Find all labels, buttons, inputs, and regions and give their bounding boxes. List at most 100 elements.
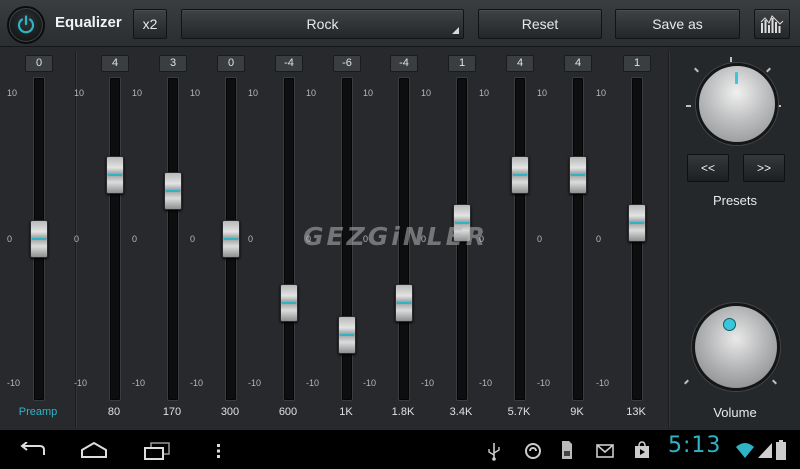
scale-mid-label: 0	[596, 234, 602, 244]
band-slider-thumb[interactable]	[569, 156, 587, 194]
home-icon[interactable]	[79, 441, 109, 459]
preamp-label: Preamp	[18, 406, 58, 418]
preset-dial[interactable]	[696, 63, 778, 145]
slider-track[interactable]	[284, 78, 294, 400]
band-frequency-label: 1K	[339, 406, 353, 418]
presets-label: Presets	[712, 193, 758, 208]
usb-icon	[488, 443, 500, 461]
scale-max-label: 10	[190, 88, 201, 98]
gain-badge: 4	[564, 55, 592, 72]
band-frequency-label: 600	[278, 406, 298, 418]
scale-max-label: 10	[248, 88, 259, 98]
preset-select[interactable]: Rock	[181, 9, 464, 39]
scale-max-label: 10	[596, 88, 607, 98]
play-store-icon	[635, 441, 649, 458]
scale-min-label: -10	[596, 378, 610, 388]
power-icon	[17, 15, 35, 34]
gain-badge: 1	[623, 55, 651, 72]
sync-icon	[525, 443, 541, 459]
preamp-slider-thumb[interactable]	[30, 220, 48, 258]
band-frequency-label: 80	[107, 406, 121, 418]
scale-mid-label: 0	[248, 234, 254, 244]
dial-tick	[686, 105, 691, 107]
spectrum-button[interactable]	[754, 9, 790, 39]
slider-track[interactable]	[573, 78, 583, 400]
band-slider-thumb[interactable]	[280, 284, 298, 322]
band-frequency-label: 300	[220, 406, 240, 418]
scale-max-label: 10	[421, 88, 432, 98]
overflow-menu-icon[interactable]	[216, 443, 222, 459]
gain-badge: 0	[217, 55, 245, 72]
scale-mid-label: 0	[537, 234, 543, 244]
slider-track[interactable]	[110, 78, 120, 400]
band-slider-thumb[interactable]	[106, 156, 124, 194]
gain-badge: -6	[333, 55, 361, 72]
scale-max-label: 10	[306, 88, 317, 98]
preamp-band: 0 10 0 -10 Preamp	[7, 47, 67, 430]
band-frequency-label: 1.8K	[391, 406, 415, 418]
volume-label: Volume	[713, 405, 757, 420]
band-slider-thumb[interactable]	[222, 220, 240, 258]
band-slider-thumb[interactable]	[511, 156, 529, 194]
preamp-gain-badge: 0	[25, 55, 53, 72]
slider-track[interactable]	[515, 78, 525, 400]
band-slider-thumb[interactable]	[164, 172, 182, 210]
x2-button[interactable]: x2	[133, 9, 167, 39]
volume-dial-indicator	[723, 318, 736, 331]
scale-max-label: 10	[537, 88, 548, 98]
scale-max-label: 10	[132, 88, 143, 98]
band-slider-thumb[interactable]	[395, 284, 413, 322]
scale-mid-label: 0	[190, 234, 196, 244]
top-bar: Equalizer x2 Rock Reset Save as	[0, 0, 800, 47]
spectrum-icon	[760, 15, 784, 33]
gmail-icon	[596, 444, 614, 458]
signal-icon	[758, 443, 772, 458]
dropdown-arrow-icon	[452, 27, 459, 34]
band-frequency-label: 5.7K	[507, 406, 531, 418]
band-frequency-label: 3.4K	[449, 406, 473, 418]
dial-tick	[766, 67, 771, 73]
status-clock: 5:13	[668, 433, 722, 458]
scale-mid-label: 0	[7, 234, 13, 244]
power-button[interactable]	[7, 6, 45, 44]
scale-min-label: -10	[479, 378, 493, 388]
gain-badge: -4	[275, 55, 303, 72]
sd-card-icon	[562, 441, 572, 459]
band-frequency-label: 13K	[626, 406, 646, 418]
gain-badge: -4	[390, 55, 418, 72]
battery-icon	[776, 440, 786, 460]
band-slider-thumb[interactable]	[628, 204, 646, 242]
slider-track[interactable]	[168, 78, 178, 400]
gain-badge: 4	[101, 55, 129, 72]
scale-mid-label: 0	[74, 234, 80, 244]
scale-min-label: -10	[74, 378, 88, 388]
scale-min-label: -10	[7, 378, 21, 388]
gain-badge: 3	[159, 55, 187, 72]
scale-max-label: 10	[74, 88, 85, 98]
gain-badge: 1	[448, 55, 476, 72]
volume-dial[interactable]	[692, 303, 780, 391]
reset-button[interactable]: Reset	[478, 9, 602, 39]
back-icon[interactable]	[18, 442, 48, 458]
dial-tick	[772, 379, 777, 385]
scale-mid-label: 0	[132, 234, 138, 244]
band-frequency-label: 170	[162, 406, 182, 418]
previous-preset-button[interactable]: <<	[687, 154, 729, 182]
preset-dial-indicator	[735, 72, 738, 84]
scale-min-label: -10	[537, 378, 551, 388]
dial-tick	[730, 57, 732, 62]
scale-max-label: 10	[7, 88, 18, 98]
next-preset-button[interactable]: >>	[743, 154, 785, 182]
scale-min-label: -10	[306, 378, 320, 388]
recent-apps-icon[interactable]	[143, 442, 171, 460]
save-as-button[interactable]: Save as	[615, 9, 740, 39]
right-panel: << >> Presets Volume	[670, 47, 800, 430]
scale-max-label: 10	[363, 88, 374, 98]
band-frequency-label: 9K	[570, 406, 584, 418]
scale-min-label: -10	[363, 378, 377, 388]
scale-min-label: -10	[248, 378, 262, 388]
band-slider-thumb[interactable]	[338, 316, 356, 354]
scale-min-label: -10	[421, 378, 435, 388]
gain-badge: 4	[506, 55, 534, 72]
scale-max-label: 10	[479, 88, 490, 98]
